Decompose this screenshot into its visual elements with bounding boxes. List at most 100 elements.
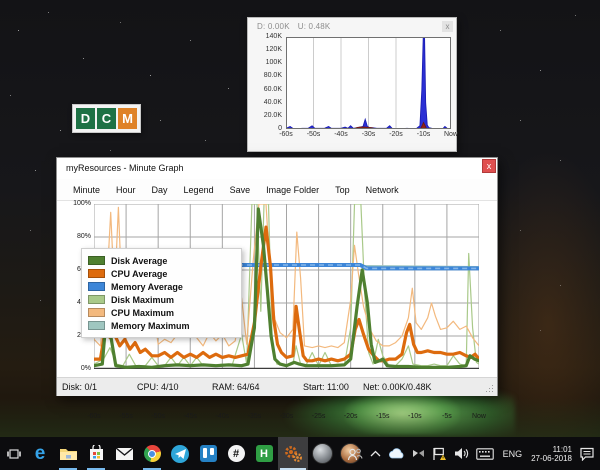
x-tick-label: -55s <box>113 413 139 420</box>
y-tick-label: 120K <box>252 46 282 53</box>
resize-grip[interactable] <box>492 385 493 386</box>
volume-icon[interactable] <box>454 447 469 460</box>
system-tray: ENG 11:01 27-06-2018 <box>347 437 595 470</box>
network-graph-window: D: 0.00KU: 0.48K x 140K120K100K80.0K60.0… <box>247 17 457 152</box>
x-tick-label: -10s <box>411 131 437 138</box>
people-icon[interactable] <box>347 447 363 461</box>
window-title: myResources - Minute Graph <box>66 163 184 173</box>
x-tick-label: -20s <box>338 413 364 420</box>
edge-icon: e <box>35 444 46 463</box>
legend-item-cpu-average: CPU Average <box>88 267 235 280</box>
y-tick-label: 40.0K <box>252 99 282 106</box>
onedrive-cloud-icon[interactable] <box>388 448 405 459</box>
y-tick-label: 100K <box>252 59 282 66</box>
taskbar-telegram-button[interactable] <box>166 437 194 470</box>
legend-item-disk-maximum: Disk Maximum <box>88 293 235 306</box>
taskbar-edge-button[interactable]: e <box>26 437 54 470</box>
legend-swatch <box>88 256 105 265</box>
menu-top[interactable]: Top <box>327 182 358 198</box>
status-disk: Disk: 0/1 <box>62 382 97 392</box>
x-tick-label: -50s <box>145 413 171 420</box>
y-tick-label: 60.0K <box>252 86 282 93</box>
security-flag-icon[interactable] <box>432 447 447 461</box>
hashtag-icon: # <box>228 445 245 462</box>
menu-save[interactable]: Save <box>222 182 259 198</box>
legend-item-memory-maximum: Memory Maximum <box>88 319 235 332</box>
menu-network[interactable]: Network <box>358 182 407 198</box>
x-tick-label: -60s <box>273 131 299 138</box>
touch-keyboard-icon[interactable] <box>476 448 494 460</box>
telegram-icon <box>171 445 189 463</box>
task-view-icon <box>6 446 22 462</box>
x-tick-label: Now <box>438 131 464 138</box>
status-bar: Disk: 0/1 CPU: 4/10 RAM: 64/64 Start: 11… <box>57 377 497 396</box>
y-tick-label: 140K <box>252 33 282 40</box>
x-tick-label: -45s <box>177 413 203 420</box>
clock-time: 11:01 <box>553 445 572 454</box>
legend-swatch <box>88 295 105 304</box>
status-net: Net: 0.00K/0.48K <box>363 382 432 392</box>
network-graph-header: D: 0.00K U: 0.48K <box>257 22 338 31</box>
menu-day[interactable]: Day <box>144 182 176 198</box>
taskbar-clock[interactable]: 11:01 27-06-2018 <box>531 445 572 463</box>
action-center-icon[interactable] <box>579 447 595 461</box>
dcm-letter-m: M <box>118 108 137 129</box>
legend-label: Memory Average <box>111 282 183 292</box>
taskbar-myresources-button[interactable] <box>278 437 308 470</box>
taskbar-store-button[interactable] <box>82 437 110 470</box>
network-chart <box>286 37 451 129</box>
x-tick-label: -10s <box>402 413 428 420</box>
x-tick-label: -20s <box>383 131 409 138</box>
x-tick-label: -40s <box>209 413 235 420</box>
taskbar-apps: e <box>2 437 364 470</box>
y-tick-label: 80% <box>63 233 91 240</box>
taskbar-hashtag-app-button[interactable]: # <box>222 437 250 470</box>
taskbar-chrome-button[interactable] <box>138 437 166 470</box>
taskbar: e <box>0 437 600 470</box>
title-bar[interactable]: myResources - Minute Graph x <box>57 158 497 179</box>
language-indicator[interactable]: ENG <box>501 449 525 459</box>
dcm-letter-c: C <box>97 108 116 129</box>
upload-rate-label: U: 0.48K <box>298 22 331 31</box>
status-cpu: CPU: 4/10 <box>137 382 179 392</box>
desktop: D: 0.00KU: 0.48K x 140K120K100K80.0K60.0… <box>0 0 600 470</box>
taskbar-avatar-1-button[interactable] <box>308 437 336 470</box>
x-tick-label: -60s <box>81 413 107 420</box>
menu-hour[interactable]: Hour <box>108 182 144 198</box>
menu-legend[interactable]: Legend <box>176 182 222 198</box>
chevron-up-icon[interactable] <box>370 450 381 457</box>
x-tick-label: Now <box>466 413 492 420</box>
taskbar-trello-button[interactable] <box>194 437 222 470</box>
task-view-button[interactable] <box>2 437 26 470</box>
myresources-window: myResources - Minute Graph x MinuteHourD… <box>56 157 498 396</box>
x-tick-label: -35s <box>241 413 267 420</box>
tray-app-icon[interactable] <box>412 448 425 459</box>
trello-icon <box>200 445 217 462</box>
status-start: Start: 11:00 <box>303 382 349 392</box>
dcm-letter-d: D <box>76 108 95 129</box>
x-tick-label: -50s <box>301 131 327 138</box>
download-rate-label: D: 0.00K <box>257 22 290 31</box>
close-button[interactable]: x <box>482 159 496 173</box>
legend-swatch <box>88 282 105 291</box>
network-window-close-button[interactable]: x <box>442 21 453 32</box>
menu-image-folder[interactable]: Image Folder <box>258 182 327 198</box>
legend-label: CPU Average <box>111 269 167 279</box>
menu-bar: MinuteHourDayLegendSaveImage FolderTopNe… <box>57 179 497 201</box>
x-tick-label: -40s <box>328 131 354 138</box>
taskbar-mail-button[interactable] <box>110 437 138 470</box>
chart-legend: Disk Average CPU Average Memory Average Dis… <box>81 248 242 338</box>
dcm-widget[interactable]: D C M <box>72 104 141 133</box>
taskbar-h-app-button[interactable]: H <box>250 437 278 470</box>
legend-label: Disk Average <box>111 256 167 266</box>
y-tick-label: 20.0K <box>252 112 282 119</box>
starfield-decoration <box>0 0 1 1</box>
menu-minute[interactable]: Minute <box>65 182 108 198</box>
legend-label: Disk Maximum <box>111 295 174 305</box>
y-tick-label: 0% <box>63 365 91 372</box>
legend-item-memory-average: Memory Average <box>88 280 235 293</box>
y-tick-label: 100% <box>63 200 91 207</box>
taskbar-file-explorer-button[interactable] <box>54 437 82 470</box>
legend-label: Memory Maximum <box>111 321 190 331</box>
status-ram: RAM: 64/64 <box>212 382 260 392</box>
